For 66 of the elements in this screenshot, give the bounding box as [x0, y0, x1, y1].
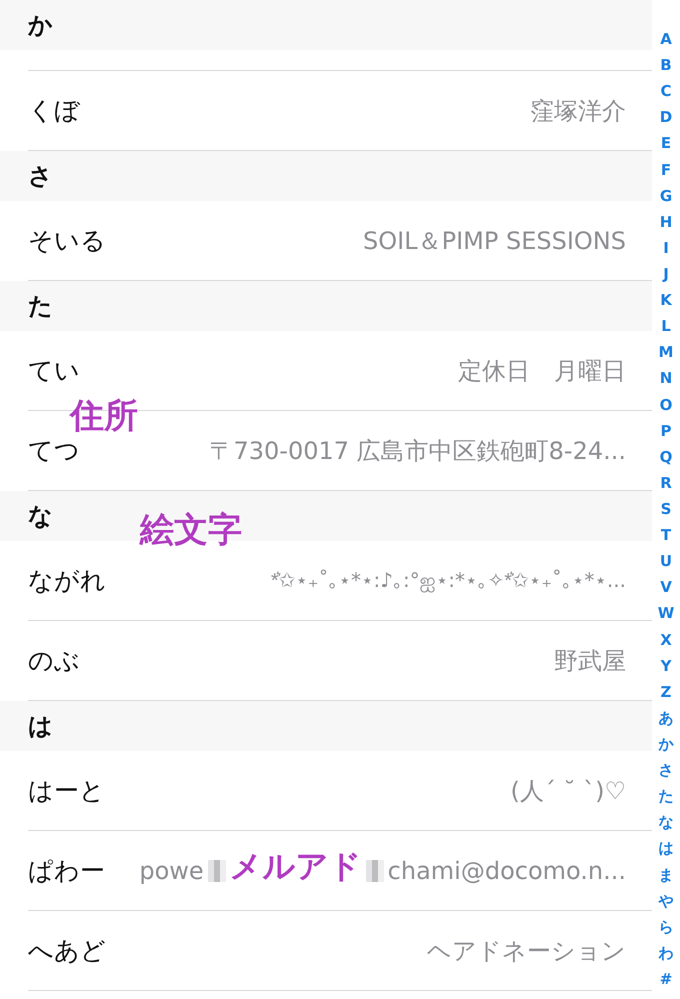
index-letter[interactable]: K: [660, 293, 672, 308]
redacted-block: [366, 860, 384, 882]
index-letter[interactable]: Y: [660, 658, 672, 674]
index-letter[interactable]: B: [660, 58, 672, 74]
contact-name: くぼ: [28, 95, 80, 127]
index-letter[interactable]: J: [663, 266, 669, 282]
index-letter[interactable]: #: [660, 972, 672, 987]
index-letter[interactable]: や: [658, 894, 674, 909]
contact-name: てつ: [28, 435, 80, 467]
contact-detail: 野武屋: [554, 646, 626, 676]
index-letter[interactable]: さ: [658, 763, 674, 778]
index-letter[interactable]: W: [658, 606, 674, 622]
section-header: た: [0, 281, 652, 331]
index-letter[interactable]: E: [660, 136, 672, 152]
contact-name: のぶ: [28, 645, 80, 677]
index-letter[interactable]: G: [660, 188, 672, 204]
index-letter[interactable]: た: [658, 789, 674, 804]
index-letter[interactable]: な: [658, 815, 674, 830]
contact-detail: *͛✩⋆₊˚｡⋆*⋆:♪｡:°ஐ⋆:*⋆｡✧*͛✩⋆₊˚｡⋆*⋆...: [270, 568, 626, 594]
contact-name: ながれ: [28, 565, 106, 597]
index-letter[interactable]: T: [660, 528, 672, 544]
index-letter[interactable]: ま: [658, 868, 674, 882]
index-letter[interactable]: I: [663, 240, 669, 256]
index-letter[interactable]: Q: [660, 450, 672, 465]
index-letter[interactable]: M: [658, 345, 674, 360]
index-letter[interactable]: D: [660, 110, 672, 126]
contact-name: ぱわー: [28, 855, 105, 887]
index-letter[interactable]: ら: [658, 920, 674, 935]
contact-detail: powe: [139, 856, 204, 884]
contact-detail: 窪塚洋介: [530, 96, 626, 126]
contact-detail: (人´ ˘ `)♡: [510, 776, 626, 806]
contact-detail: SOIL＆PIMP SESSIONS: [363, 226, 626, 256]
contact-detail: chami@docomo.n...: [388, 856, 626, 884]
contact-name: てい: [28, 355, 80, 387]
contact-row[interactable]: はーと (人´ ˘ `)♡: [28, 751, 652, 831]
contact-name: はーと: [28, 775, 105, 807]
index-letter[interactable]: Z: [660, 684, 672, 700]
section-header: は: [0, 701, 652, 751]
index-letter[interactable]: A: [660, 32, 672, 47]
index-letter[interactable]: O: [660, 398, 672, 413]
section-header: さ: [0, 151, 652, 201]
contact-name: へあど: [28, 935, 106, 967]
index-letter[interactable]: U: [660, 554, 672, 570]
annotation-label: メルアド: [230, 846, 362, 886]
index-letter[interactable]: R: [660, 476, 672, 491]
index-letter[interactable]: V: [660, 580, 672, 596]
index-letter[interactable]: H: [660, 214, 672, 230]
index-letter[interactable]: F: [660, 162, 672, 178]
index-letter[interactable]: P: [660, 424, 672, 439]
index-letter[interactable]: L: [661, 319, 671, 334]
redacted-block: [208, 860, 226, 882]
contact-detail: 定休日 月曜日: [458, 356, 626, 386]
contact-detail: ヘアドネーション: [427, 936, 626, 966]
index-letter[interactable]: あ: [658, 710, 674, 726]
contact-name: そいる: [28, 225, 106, 257]
contact-detail: 〒730-0017 広島市中区鉄砲町8-24...: [209, 436, 626, 466]
index-letter[interactable]: は: [658, 841, 674, 856]
contact-row[interactable]: へあど ヘアドネーション: [28, 911, 652, 991]
index-letter[interactable]: S: [660, 502, 672, 517]
index-letter[interactable]: か: [658, 736, 674, 752]
section-header: か: [0, 0, 652, 50]
index-letter[interactable]: わ: [658, 946, 674, 961]
index-letter[interactable]: X: [660, 632, 672, 648]
index-letter[interactable]: C: [660, 84, 672, 100]
index-letter[interactable]: N: [660, 371, 672, 386]
contact-row[interactable]: ぱわー powe メルアド chami@docomo.n...: [28, 831, 652, 911]
